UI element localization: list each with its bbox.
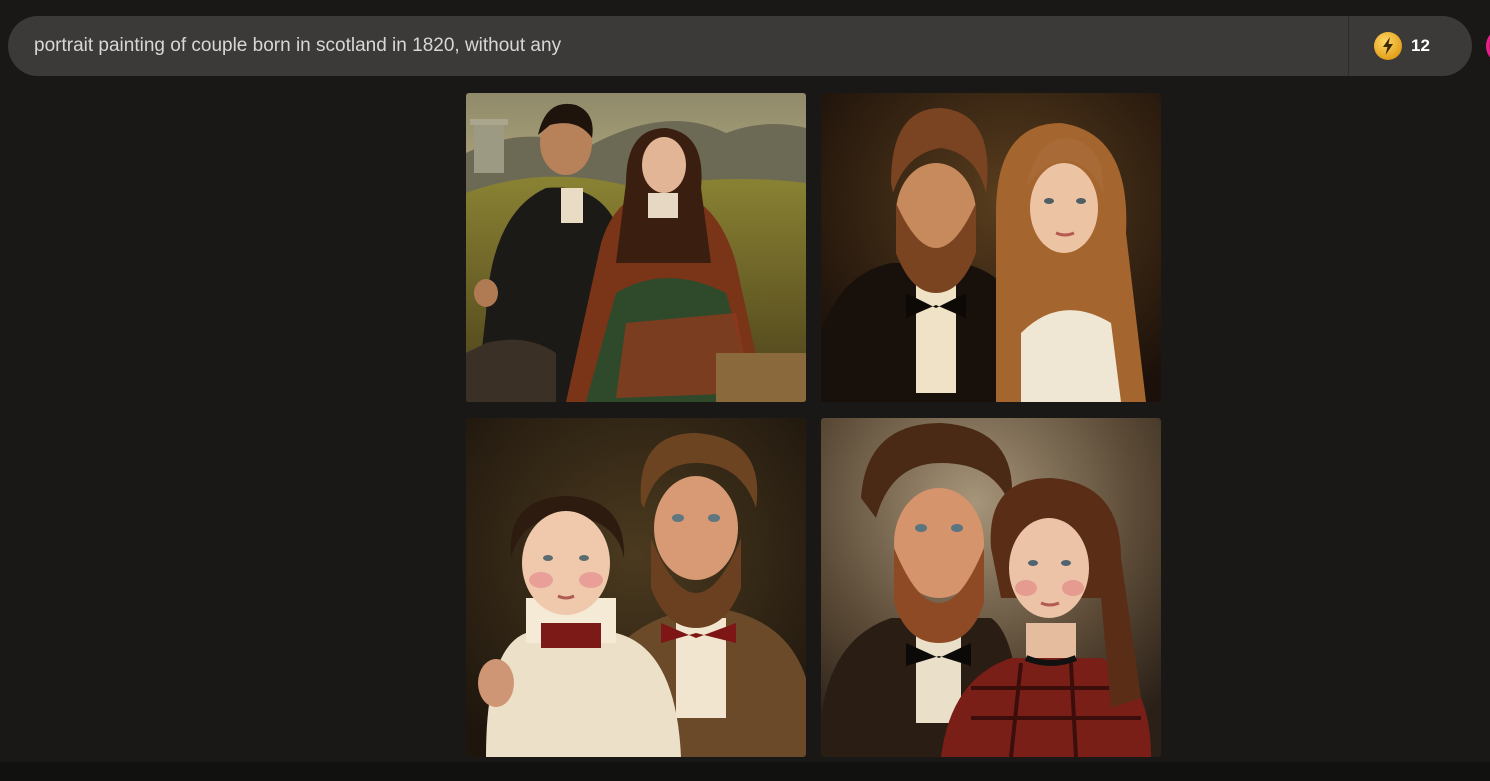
image-creator-page: portrait painting of couple born in scot… bbox=[0, 0, 1490, 781]
search-input[interactable]: portrait painting of couple born in scot… bbox=[34, 16, 561, 76]
lightning-bolt-icon bbox=[1374, 32, 1402, 60]
generated-image-1[interactable] bbox=[466, 93, 806, 402]
generated-image-4[interactable] bbox=[821, 418, 1161, 757]
woman-white-blouse-and-man-painting bbox=[466, 418, 806, 757]
boosts-count: 12 bbox=[1411, 36, 1430, 55]
generated-image-3[interactable] bbox=[466, 418, 806, 757]
boosts-counter-button[interactable]: 12 bbox=[1373, 30, 1430, 62]
search-bar[interactable]: portrait painting of couple born in scot… bbox=[8, 16, 1472, 76]
search-bar-divider bbox=[1348, 16, 1349, 76]
bearded-man-and-woman-painting bbox=[821, 93, 1161, 402]
generated-image-2[interactable] bbox=[821, 93, 1161, 402]
couple-landscape-painting bbox=[466, 93, 806, 402]
curly-haired-man-and-woman-painting bbox=[821, 418, 1161, 757]
avatar[interactable] bbox=[1486, 28, 1490, 64]
bottom-strip bbox=[0, 762, 1490, 781]
